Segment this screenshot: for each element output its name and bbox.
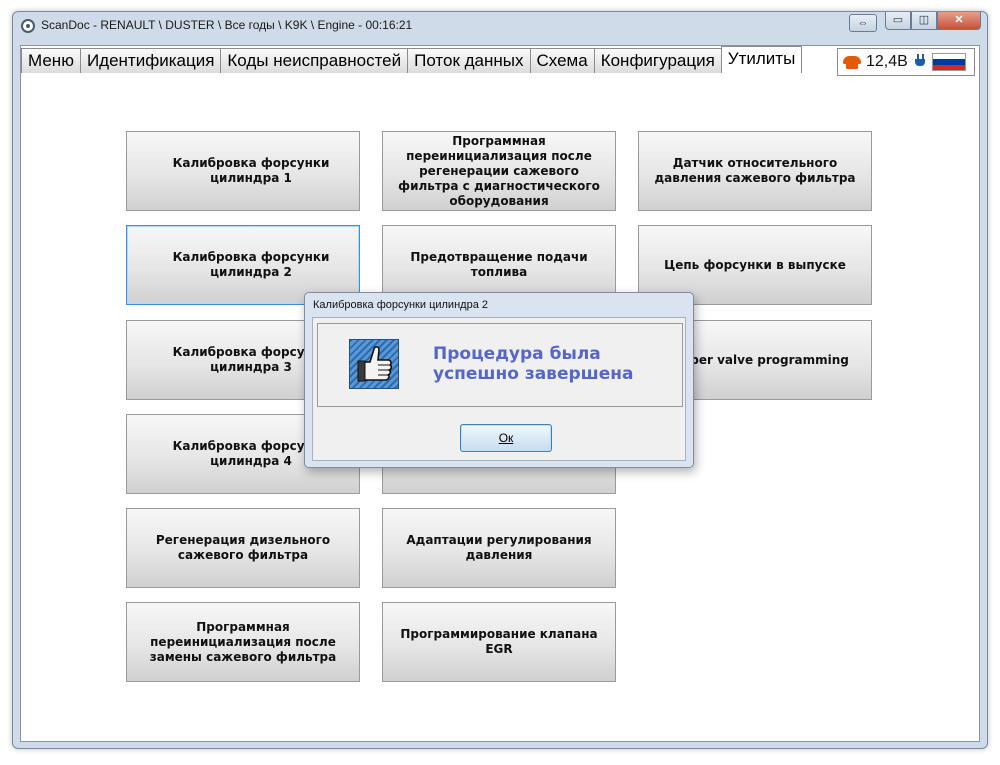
phone-icon	[842, 54, 862, 70]
function-button-pressure-regulation-adaptations[interactable]: Адаптации регулирования давления	[382, 508, 616, 588]
function-button-egr-valve-programming[interactable]: Программирование клапана EGR	[382, 602, 616, 682]
tab-utilities[interactable]: Утилиты	[720, 46, 803, 73]
ok-button[interactable]: Ок	[460, 424, 552, 452]
voltage-readout: 12,4В	[866, 53, 908, 70]
dialog-title: Калибровка форсунки цилиндра 2	[313, 299, 488, 311]
minimize-button[interactable]: ▭	[885, 12, 911, 30]
close-button[interactable]: ✕	[937, 12, 981, 30]
tab-data-stream[interactable]: Поток данных	[407, 48, 531, 73]
tab-schema[interactable]: Схема	[529, 48, 595, 73]
resize-arrows-icon[interactable]: ⇔	[849, 14, 877, 32]
window-title: ScanDoc - RENAULT \ DUSTER \ Все годы \ …	[41, 18, 413, 32]
function-button-dpf-reinit-after-replacement[interactable]: Программная переинициализация после заме…	[126, 602, 360, 682]
dialog-message: Процедура была успешно завершена	[433, 344, 634, 384]
tab-bar: Меню Идентификация Коды неисправностей П…	[21, 46, 803, 74]
language-flag-icon[interactable]	[931, 53, 966, 71]
result-dialog: Калибровка форсунки цилиндра 2 Процедура…	[304, 292, 694, 468]
maximize-button[interactable]: ◫	[911, 12, 937, 30]
tab-configuration[interactable]: Конфигурация	[593, 48, 722, 73]
dialog-body: Процедура была успешно завершена Ок	[312, 317, 686, 461]
plug-icon	[914, 53, 928, 71]
thumbs-up-icon	[349, 339, 399, 389]
app-logo-icon	[21, 19, 35, 33]
tab-identification[interactable]: Идентификация	[79, 48, 222, 73]
function-button-injector-cal-1[interactable]: Калибровка форсунки цилиндра 1	[126, 131, 360, 211]
window-controls: ⇔ ▭ ◫ ✕	[849, 12, 981, 32]
tab-fault-codes[interactable]: Коды неисправностей	[220, 48, 409, 73]
title-bar: ScanDoc - RENAULT \ DUSTER \ Все годы \ …	[13, 12, 987, 40]
tab-menu[interactable]: Меню	[21, 48, 81, 73]
message-panel: Процедура была успешно завершена	[317, 323, 683, 407]
function-button-dpf-reinit-after-regen[interactable]: Программная переинициализация после реге…	[382, 131, 616, 211]
function-button-dpf-regeneration[interactable]: Регенерация дизельного сажевого фильтра	[126, 508, 360, 588]
function-button-dpf-pressure-sensor[interactable]: Датчик относительного давления сажевого …	[638, 131, 872, 211]
status-panel: 12,4В	[837, 48, 975, 76]
ok-button-label: Ок	[498, 431, 514, 445]
